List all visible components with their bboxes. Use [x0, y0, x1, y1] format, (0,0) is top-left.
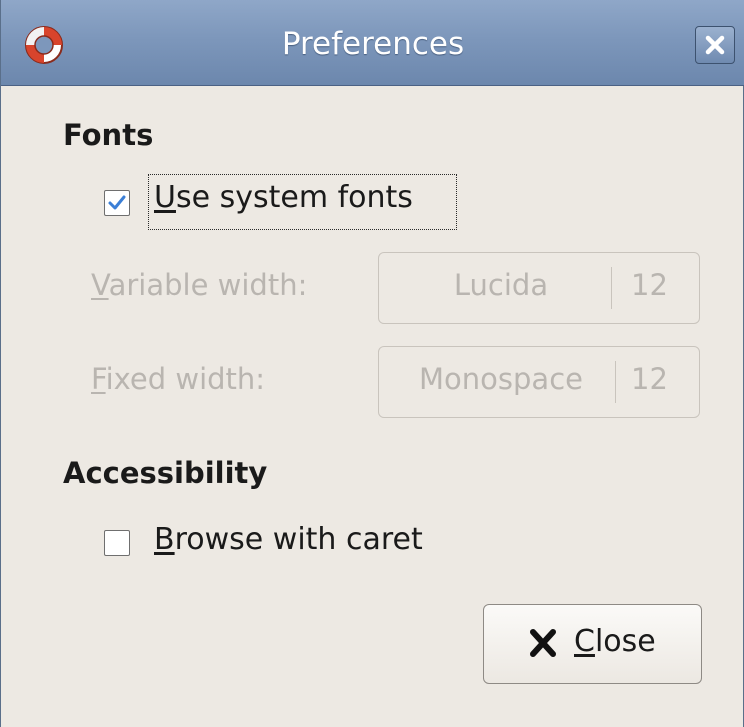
mnemonic-u: U — [154, 180, 176, 215]
label-text: se system fonts — [175, 180, 413, 215]
use-system-fonts-label[interactable]: Use system fonts — [154, 180, 413, 215]
window-title: Preferences — [281, 26, 465, 62]
mnemonic-v: V — [91, 268, 109, 302]
browse-with-caret-checkbox[interactable] — [104, 530, 130, 556]
font-button-separator — [615, 361, 616, 403]
variable-width-font-size: 12 — [631, 268, 668, 302]
mnemonic-b: B — [154, 522, 175, 557]
fixed-width-label: Fixed width: — [91, 362, 265, 396]
variable-width-label: Variable width: — [91, 268, 307, 302]
preferences-dialog: Preferences Fonts Use system fonts Varia… — [0, 0, 744, 727]
font-button-separator — [611, 267, 612, 309]
browse-with-caret-label[interactable]: Browse with caret — [154, 522, 423, 557]
mnemonic-c: C — [574, 624, 595, 659]
variable-width-font-name: Lucida — [453, 268, 549, 302]
label-text: lose — [594, 624, 656, 659]
mnemonic-f: F — [91, 362, 106, 396]
x-icon — [530, 629, 556, 657]
use-system-fonts-checkbox[interactable] — [104, 190, 130, 216]
window-close-button[interactable] — [695, 26, 735, 64]
fixed-width-font-name: Monospace — [419, 362, 583, 396]
close-button-label[interactable]: Close — [574, 620, 656, 664]
label-text: ariable width: — [108, 268, 308, 302]
title-bar[interactable]: Preferences — [1, 0, 744, 86]
fixed-width-font-size: 12 — [631, 362, 668, 396]
fonts-section-title: Fonts — [63, 118, 154, 152]
close-icon — [705, 35, 725, 55]
label-text: ixed width: — [105, 362, 266, 396]
accessibility-section-title: Accessibility — [63, 456, 268, 490]
checkmark-icon — [108, 195, 126, 210]
label-text: rowse with caret — [174, 522, 423, 557]
